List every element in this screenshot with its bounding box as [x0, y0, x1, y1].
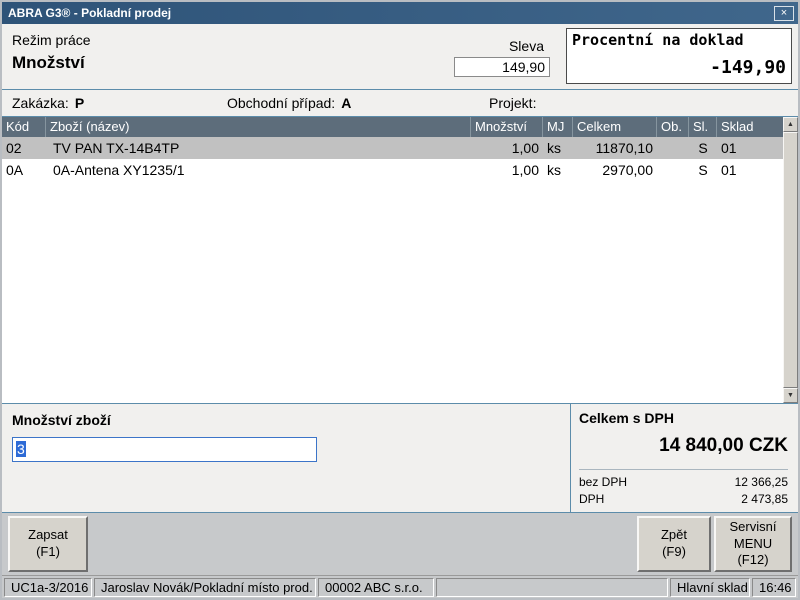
save-button[interactable]: Zapsat (F1)	[8, 516, 88, 572]
work-mode-value: Množství	[12, 53, 454, 73]
business-case-group: Obchodní případ: A	[227, 95, 489, 111]
items-table: Kód Zboží (název) Množství MJ Celkem Ob.…	[2, 117, 798, 404]
service-menu-button[interactable]: Servisní MENU (F12)	[714, 516, 792, 572]
total-without-vat-row: bez DPH 12 366,25	[579, 474, 788, 491]
cell-ob	[657, 159, 689, 181]
close-icon: ×	[781, 7, 787, 19]
discount-type-text: Procentní na doklad	[572, 31, 786, 49]
discount-type-box: Procentní na doklad -149,90	[566, 28, 792, 84]
work-mode-label: Režim práce	[12, 32, 454, 48]
table-empty-area	[2, 181, 783, 403]
status-bar: UC1a-3/2016 Jaroslav Novák/Pokladní míst…	[2, 575, 798, 598]
totals-title: Celkem s DPH	[579, 410, 788, 426]
titlebar[interactable]: ABRA G3® - Pokladní prodej ×	[2, 2, 798, 24]
discount-value-field[interactable]: 149,90	[454, 57, 550, 77]
order-label: Zakázka:	[12, 95, 69, 111]
cell-kod: 02	[2, 137, 46, 159]
entry-section: Množství zboží 3 Celkem s DPH 14 840,00 …	[2, 404, 798, 512]
col-header-kod: Kód	[2, 117, 46, 137]
order-value: P	[75, 95, 84, 111]
quantity-input[interactable]: 3	[12, 437, 317, 462]
table-header: Kód Zboží (název) Množství MJ Celkem Ob.…	[2, 117, 783, 137]
cell-celkem: 11870,10	[573, 137, 657, 159]
cell-nazev: TV PAN TX-14B4TP	[46, 137, 471, 159]
quantity-entry: Množství zboží 3	[2, 404, 570, 512]
cell-ob	[657, 137, 689, 159]
status-warehouse: Hlavní sklad	[670, 578, 750, 597]
cell-sklad: 01	[717, 159, 783, 181]
col-header-mnozstvi: Množství	[471, 117, 543, 137]
status-company: 00002 ABC s.r.o.	[318, 578, 434, 597]
status-document: UC1a-3/2016	[4, 578, 92, 597]
cell-celkem: 2970,00	[573, 159, 657, 181]
total-without-vat-value: 12 366,25	[735, 474, 788, 491]
app-window: ABRA G3® - Pokladní prodej × Režim práce…	[0, 0, 800, 600]
col-header-sklad: Sklad	[717, 117, 783, 137]
business-case-value: A	[341, 95, 351, 111]
cell-sklad: 01	[717, 137, 783, 159]
arrow-up-icon: ▲	[787, 121, 794, 128]
cell-mnozstvi: 1,00	[471, 137, 543, 159]
cell-mj: ks	[543, 137, 573, 159]
discount-label: Sleva	[454, 38, 550, 54]
order-group: Zakázka: P	[12, 95, 227, 111]
cell-sl: S	[689, 137, 717, 159]
project-label: Projekt:	[489, 95, 536, 111]
col-header-mj: MJ	[543, 117, 573, 137]
col-header-sl: Sl.	[689, 117, 717, 137]
cell-sl: S	[689, 159, 717, 181]
close-button[interactable]: ×	[774, 6, 794, 21]
project-group: Projekt:	[489, 95, 542, 111]
total-without-vat-label: bez DPH	[579, 474, 627, 491]
button-bar: Zapsat (F1) Zpět (F9) Servisní MENU (F12…	[2, 512, 798, 575]
status-user: Jaroslav Novák/Pokladní místo prod.	[94, 578, 316, 597]
vat-row: DPH 2 473,85	[579, 491, 788, 508]
cell-nazev: 0A-Antena XY1235/1	[46, 159, 471, 181]
scrollbar-thumb[interactable]	[783, 132, 798, 388]
col-header-celkem: Celkem	[573, 117, 657, 137]
col-header-nazev: Zboží (název)	[46, 117, 471, 137]
cell-mnozstvi: 1,00	[471, 159, 543, 181]
business-case-label: Obchodní případ:	[227, 95, 335, 111]
vertical-scrollbar[interactable]: ▲ ▼	[783, 117, 798, 403]
status-spacer	[436, 578, 668, 597]
quantity-input-value: 3	[16, 441, 26, 457]
discount-amount: -149,90	[572, 57, 786, 78]
total-with-vat: 14 840,00 CZK	[579, 435, 788, 457]
vat-label: DPH	[579, 491, 604, 508]
table-row[interactable]: 02 TV PAN TX-14B4TP 1,00 ks 11870,10 S 0…	[2, 137, 783, 159]
discount-group: Sleva 149,90	[454, 28, 550, 77]
cell-kod: 0A	[2, 159, 46, 181]
status-time: 16:46	[752, 578, 796, 597]
col-header-ob: Ob.	[657, 117, 689, 137]
window-title: ABRA G3® - Pokladní prodej	[8, 6, 774, 20]
back-button[interactable]: Zpět (F9)	[637, 516, 711, 572]
totals-breakdown: bez DPH 12 366,25 DPH 2 473,85	[579, 469, 788, 508]
vat-value: 2 473,85	[741, 491, 788, 508]
totals-panel: Celkem s DPH 14 840,00 CZK bez DPH 12 36…	[570, 404, 798, 512]
context-row: Zakázka: P Obchodní případ: A Projekt:	[2, 90, 798, 117]
quantity-label: Množství zboží	[12, 412, 560, 428]
arrow-down-icon: ▼	[787, 392, 794, 399]
table-row[interactable]: 0A 0A-Antena XY1235/1 1,00 ks 2970,00 S …	[2, 159, 783, 181]
scroll-down-button[interactable]: ▼	[783, 388, 798, 403]
header-section: Režim práce Množství Sleva 149,90 Procen…	[2, 24, 798, 90]
scroll-up-button[interactable]: ▲	[783, 117, 798, 132]
cell-mj: ks	[543, 159, 573, 181]
work-mode: Režim práce Množství	[12, 28, 454, 73]
